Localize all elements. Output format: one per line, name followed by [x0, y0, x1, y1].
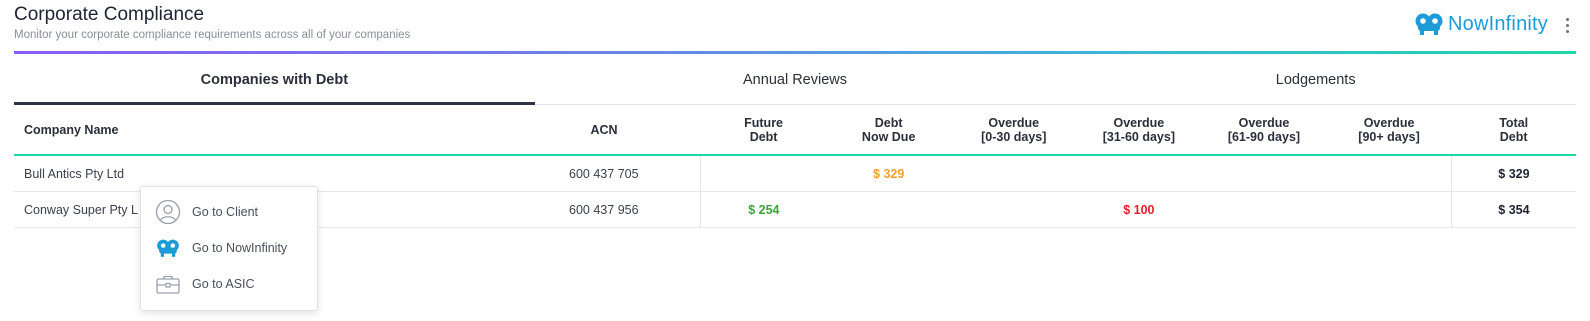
menu-item-label: Go to NowInfinity: [192, 241, 288, 255]
debt-now-due-cell: [826, 191, 951, 228]
tab-annual-reviews[interactable]: Annual Reviews: [535, 56, 1056, 104]
brand[interactable]: NowInfinity: [1414, 12, 1548, 36]
kebab-menu-icon[interactable]: [1566, 18, 1570, 33]
col-header-overdue-61-90[interactable]: Overdue [61-90 days]: [1201, 105, 1327, 156]
accent-bar: [14, 51, 1576, 54]
tab-bar: Companies with Debt Annual Reviews Lodge…: [14, 56, 1576, 105]
go-to-client-item[interactable]: Go to Client: [141, 195, 317, 229]
briefcase-icon: [155, 271, 181, 297]
acn-cell: 600 437 705: [507, 155, 702, 192]
page-header: Corporate Compliance Monitor your corpor…: [14, 0, 1576, 52]
future-debt-cell: $ 254: [700, 191, 827, 228]
col-header-overdue-0-30[interactable]: Overdue [0-30 days]: [950, 105, 1077, 156]
overdue-0-30-cell: [950, 155, 1077, 192]
page-title: Corporate Compliance: [14, 4, 205, 25]
col-header-company[interactable]: Company Name: [14, 105, 508, 156]
overdue-31-60-cell: [1076, 155, 1202, 192]
acn-cell: 600 437 956: [507, 191, 702, 228]
nowinfinity-logo-icon: [155, 235, 181, 261]
overdue-0-30-cell: [950, 191, 1077, 228]
tab-lodgements[interactable]: Lodgements: [1055, 56, 1576, 104]
page-subtitle: Monitor your corporate compliance requir…: [14, 29, 411, 41]
total-debt-cell: $ 354: [1450, 191, 1576, 228]
overdue-31-60-cell: $ 100: [1076, 191, 1202, 228]
future-debt-cell: [700, 155, 827, 192]
overdue-90-plus-cell: [1326, 191, 1452, 228]
col-header-total-debt[interactable]: Total Debt: [1451, 105, 1576, 156]
col-header-debt-now-due[interactable]: Debt Now Due: [826, 105, 951, 156]
company-context-menu: Go to Client Go to NowInfinity Go to ASI…: [140, 186, 318, 311]
col-header-acn[interactable]: ACN: [507, 105, 701, 156]
col-header-overdue-31-60[interactable]: Overdue [31-60 days]: [1076, 105, 1202, 156]
go-to-nowinfinity-item[interactable]: Go to NowInfinity: [141, 231, 317, 265]
nowinfinity-logo-icon: [1414, 12, 1444, 36]
menu-item-label: Go to Client: [192, 205, 259, 219]
overdue-61-90-cell: [1201, 191, 1327, 228]
table-header-row: Company Name ACN Future Debt Debt Now Due …: [14, 105, 1576, 156]
total-debt-cell: $ 329: [1450, 155, 1576, 192]
debt-now-due-cell: $ 329: [826, 155, 951, 192]
menu-item-label: Go to ASIC: [192, 277, 255, 291]
user-circle-icon: [155, 199, 181, 225]
col-header-overdue-90-plus[interactable]: Overdue [90+ days]: [1326, 105, 1452, 156]
go-to-asic-item[interactable]: Go to ASIC: [141, 267, 317, 301]
col-header-future-debt[interactable]: Future Debt: [700, 105, 827, 156]
tab-companies-with-debt[interactable]: Companies with Debt: [14, 56, 535, 105]
overdue-90-plus-cell: [1326, 155, 1452, 192]
brand-name: NowInfinity: [1447, 12, 1548, 35]
overdue-61-90-cell: [1201, 155, 1327, 192]
